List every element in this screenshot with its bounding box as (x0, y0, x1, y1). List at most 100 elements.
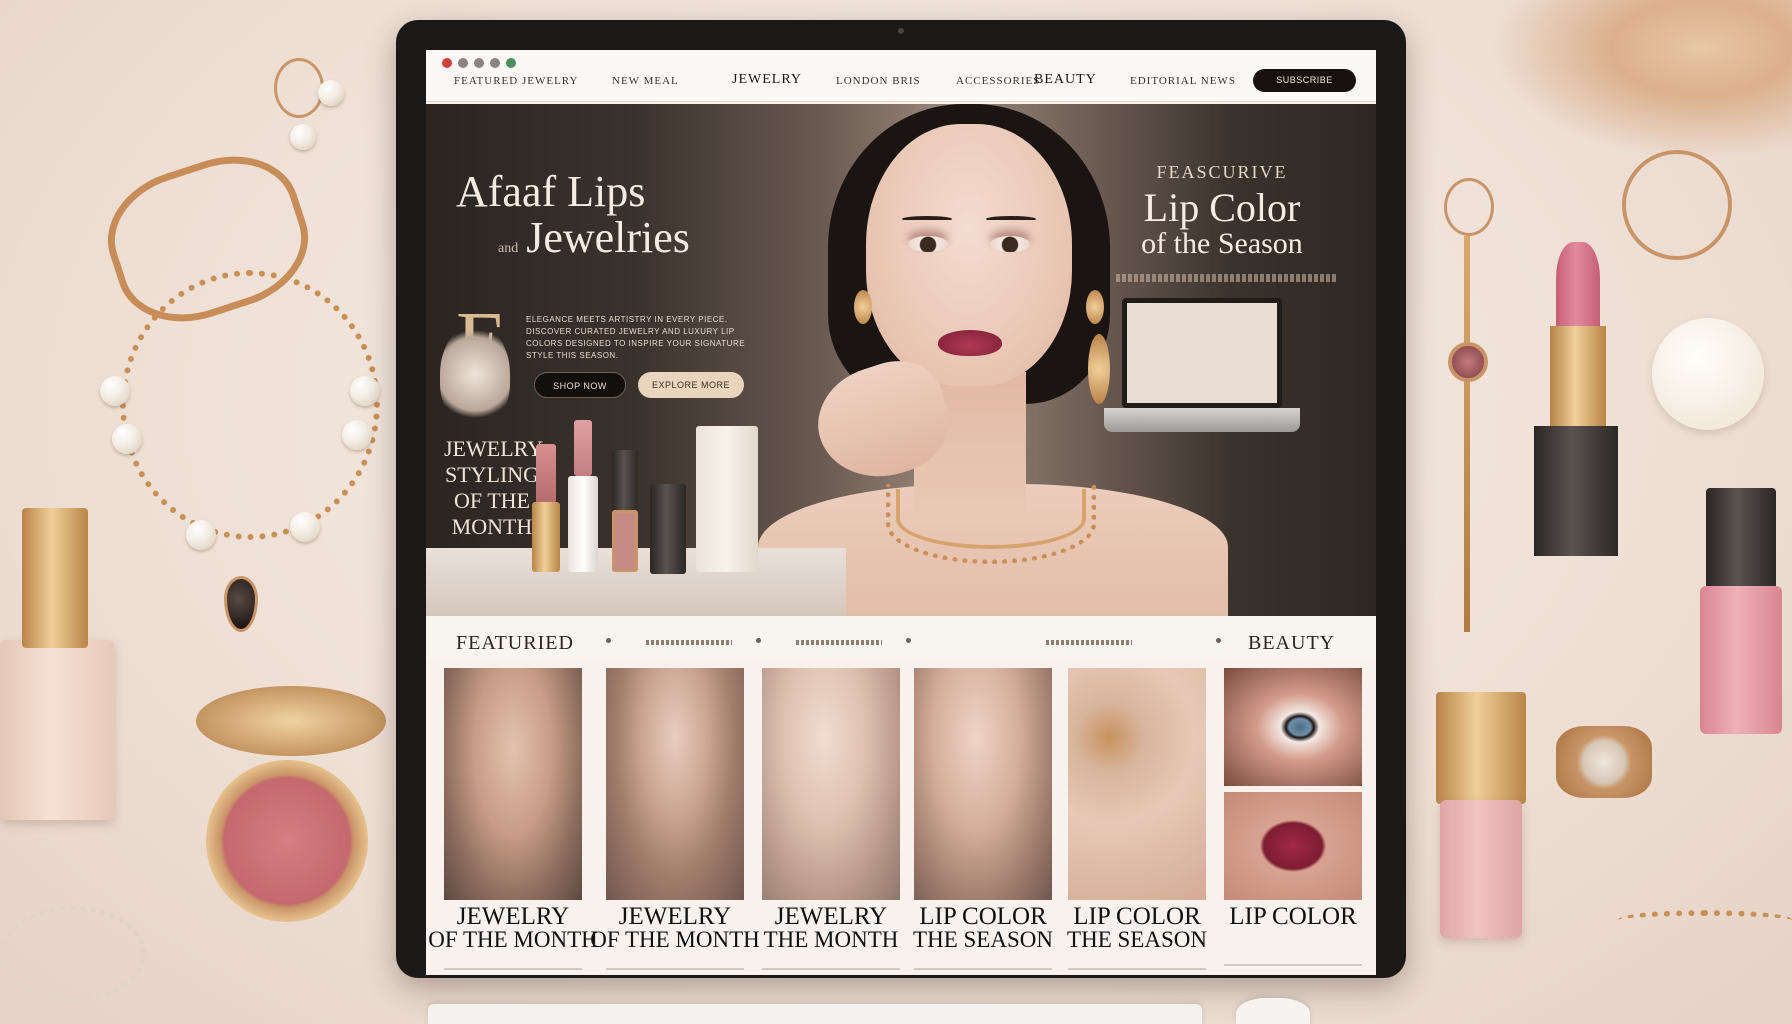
laptop-base (1104, 408, 1300, 432)
powder-puff (1652, 318, 1764, 430)
featured-header: FEATURIED BEAUTY (426, 616, 1376, 660)
extra-dot[interactable] (506, 58, 516, 68)
lipgloss-product (612, 510, 638, 572)
nav-item-featured[interactable]: FEATURED JEWELRY (454, 75, 578, 87)
model-face (866, 124, 1072, 386)
garnet-stone (1448, 342, 1488, 382)
flower-vase (440, 324, 510, 424)
onyx-pendant (224, 576, 258, 632)
card-subtitle: THE SEASON (1067, 927, 1207, 952)
lipstick-product (574, 420, 592, 476)
card-title: LIP COLOR (1229, 903, 1357, 930)
earring-drop (1088, 334, 1110, 404)
pearl (350, 376, 380, 406)
lipgloss-product-cap (612, 450, 638, 512)
card-title: JEWELRY (618, 903, 732, 930)
pink-lipstick (1556, 242, 1600, 332)
nav-item-accessories[interactable]: ACCESSORIES (956, 75, 1040, 87)
separator-dot (756, 638, 761, 643)
hero-body-text: ELEGANCE MEETS ARTISTRY IN EVERY PIECE. … (526, 315, 746, 360)
lipstick-sleeve (1550, 326, 1606, 426)
nail-polish-cap (1706, 488, 1776, 592)
separator-dot (606, 638, 611, 643)
eye (990, 236, 1030, 252)
maximize-dot[interactable] (474, 58, 484, 68)
hero-title-and: and (498, 241, 519, 256)
card-photo (606, 668, 744, 900)
nav-item-jewelry[interactable]: JEWELRY (732, 72, 802, 88)
featured-mini-label (796, 640, 882, 645)
card-text (762, 968, 900, 975)
foundation-cap (22, 508, 88, 648)
card-photo (444, 668, 582, 900)
card-text (1224, 964, 1362, 975)
hero-title: Afaaf Lips (456, 167, 646, 216)
lipstick-base (1534, 426, 1618, 556)
website-screen: FEATURED JEWELRY NEW MEAL JEWELRY LONDON… (426, 50, 1376, 975)
explore-button[interactable]: EXPLORE MORE (638, 372, 744, 398)
foundation-bottle (0, 640, 114, 820)
gold-necklace-chain (896, 489, 1086, 549)
pearl-necklace (120, 270, 380, 540)
lips-closeup-photo (1224, 792, 1362, 900)
feature-caption (1116, 274, 1336, 282)
model-lips (938, 330, 1002, 356)
gloss-product (650, 484, 686, 574)
featured-mini-label (646, 640, 732, 645)
top-navigation: FEATURED JEWELRY NEW MEAL JEWELRY LONDON… (426, 50, 1376, 102)
nav-item-london[interactable]: LONDON BRIS (836, 75, 921, 87)
blush-compact (206, 760, 368, 922)
hero-title-jewelries: Jewelries (526, 213, 690, 262)
pearl (342, 420, 372, 450)
card-title: LIP COLOR (1073, 903, 1201, 930)
card-title: LIP COLOR (919, 903, 1047, 930)
gold-cuff (1622, 150, 1732, 260)
nav-item-editorial[interactable]: EDITORIAL NEWS (1130, 75, 1236, 87)
pearl (186, 520, 216, 550)
card-subtitle: OF THE MONTH (590, 927, 760, 952)
lipstick-product (536, 444, 556, 504)
extra-dot[interactable] (490, 58, 500, 68)
pearl-bracelet (0, 906, 146, 1002)
card-photo (914, 668, 1052, 900)
nav-item-beauty[interactable]: BEAUTY (1034, 72, 1097, 88)
nav-item-new[interactable]: NEW MEAL (612, 75, 679, 87)
card-lipcolor-1[interactable]: LIP COLOR THE SEASON (913, 668, 1053, 975)
lip-color-title-main: Lip Color (1143, 185, 1301, 230)
pearl (112, 424, 142, 454)
hoop-earring (1444, 178, 1494, 236)
shop-now-button[interactable]: SHOP NOW (534, 372, 626, 398)
card-jewelry-2[interactable]: JEWELRY OF THE MONTH (590, 668, 760, 975)
card-subtitle: THE SEASON (913, 927, 1053, 952)
lip-color-title-sub: of the Season (1141, 227, 1303, 260)
earring-cuff (274, 58, 324, 118)
close-dot[interactable] (442, 58, 452, 68)
subscribe-button[interactable]: SUBSCRIBE (1253, 69, 1356, 92)
mouse[interactable] (1236, 998, 1310, 1024)
eye (908, 236, 948, 252)
diamond-ring (1556, 726, 1652, 798)
minimize-dot[interactable] (458, 58, 468, 68)
separator-dot (906, 638, 911, 643)
card-text (444, 968, 582, 975)
card-jewelry-1[interactable]: JEWELRY OF THE MONTH (428, 668, 598, 975)
pearl (290, 124, 316, 150)
beauty-label: BEAUTY (1248, 632, 1336, 654)
card-lipcolor-2[interactable]: LIP COLOR THE SEASON (1067, 668, 1207, 975)
card-jewelry-3[interactable]: JEWELRY THE MONTH (762, 668, 900, 975)
laptop-screen (1122, 298, 1282, 408)
card-title: JEWELRY (456, 903, 570, 930)
pearl (318, 80, 344, 106)
hero-banner: Afaaf Lips andJewelries E ELEGANCE MEETS… (426, 104, 1376, 624)
nail-polish-bottle (1700, 586, 1782, 734)
hero-title-line2: and Jewelries (498, 212, 690, 263)
card-lipcolor-3[interactable]: LIP COLOR (1224, 668, 1362, 975)
eyebrow (986, 216, 1036, 222)
eye-closeup-photo (1224, 668, 1362, 786)
lipstick-product-case (532, 502, 560, 572)
gold-chain (1618, 910, 1792, 930)
window-controls (442, 58, 516, 68)
keyboard[interactable] (428, 1004, 1202, 1024)
feature-kicker: FEASCURIVE (1156, 162, 1288, 182)
dried-flowers (1490, 0, 1792, 160)
